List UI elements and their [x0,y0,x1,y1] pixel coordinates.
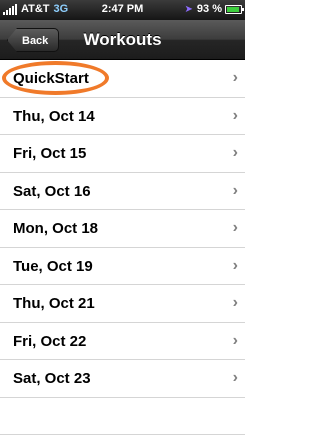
battery-percentage: 93 % [197,3,222,15]
chevron-right-icon: › [233,369,238,387]
battery-icon [225,5,242,14]
battery-tip [242,8,244,11]
list-item-label: Fri, Oct 22 [13,333,86,350]
list-item-label: Thu, Oct 21 [13,295,95,312]
battery-fill [227,7,239,12]
status-right: ➤ 93 % [185,3,242,15]
workout-list: QuickStart › Thu, Oct 14 › Fri, Oct 15 ›… [0,60,245,435]
page-title: Workouts [0,30,245,50]
list-item[interactable]: Fri, Oct 22 › [0,323,245,361]
chevron-right-icon: › [233,144,238,162]
location-arrow-icon: ➤ [185,4,193,15]
list-item[interactable]: Thu, Oct 21 › [0,285,245,323]
list-item[interactable]: Sat, Oct 23 › [0,360,245,398]
list-item-label: Mon, Oct 18 [13,220,98,237]
list-item[interactable]: Thu, Oct 14 › [0,98,245,136]
list-item-quickstart[interactable]: QuickStart › [0,60,245,98]
chevron-right-icon: › [233,69,238,87]
chevron-right-icon: › [233,257,238,275]
list-item-label: Tue, Oct 19 [13,258,93,275]
list-item[interactable]: Fri, Oct 15 › [0,135,245,173]
chevron-right-icon: › [233,182,238,200]
list-item-label: Sat, Oct 23 [13,370,91,387]
navigation-bar: Back Workouts [0,20,245,60]
list-item[interactable]: Mon, Oct 18 › [0,210,245,248]
list-item-label: QuickStart [13,70,89,87]
status-bar: AT&T 3G 2:47 PM ➤ 93 % [0,0,245,20]
chevron-right-icon: › [233,294,238,312]
list-item[interactable]: Tue, Oct 19 › [0,248,245,286]
chevron-right-icon: › [233,332,238,350]
list-item-label: Thu, Oct 14 [13,108,95,125]
list-item-empty[interactable] [0,398,245,435]
list-item-label: Sat, Oct 16 [13,183,91,200]
chevron-right-icon: › [233,107,238,125]
list-item[interactable]: Sat, Oct 16 › [0,173,245,211]
list-item-label: Fri, Oct 15 [13,145,86,162]
chevron-right-icon: › [233,219,238,237]
